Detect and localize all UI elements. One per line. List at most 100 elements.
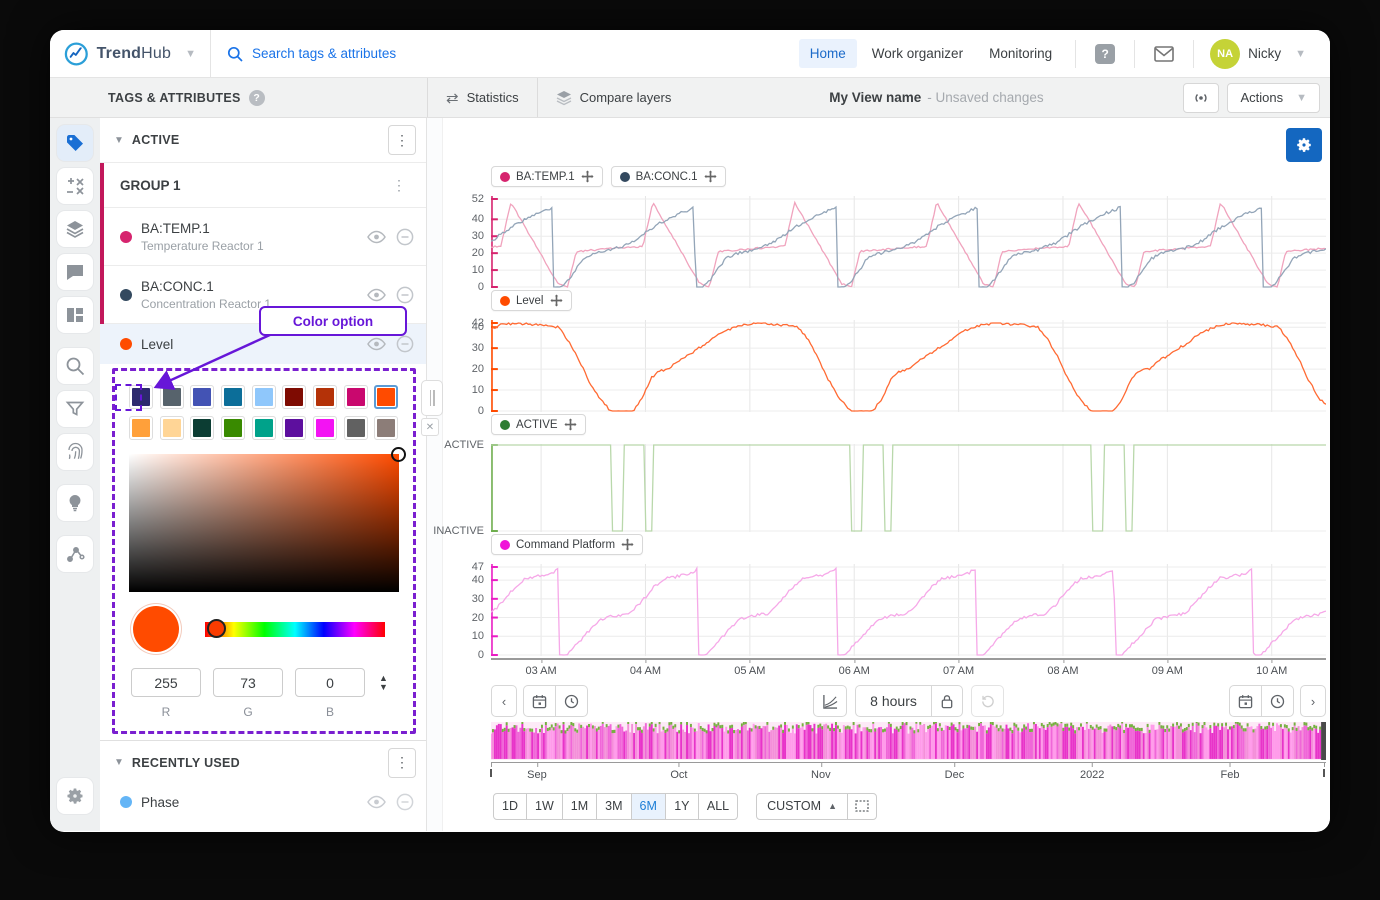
color-swatch[interactable] <box>129 416 153 440</box>
rail-button-dashboard[interactable] <box>57 297 93 333</box>
tag-row-phase[interactable]: Phase <box>100 784 426 820</box>
remove-icon[interactable] <box>396 228 414 246</box>
rail-button-settings[interactable] <box>57 778 93 814</box>
active-section-header[interactable]: ▼ ACTIVE ⋮ <box>100 118 426 162</box>
color-swatch[interactable] <box>190 416 214 440</box>
color-swatch[interactable] <box>160 416 184 440</box>
rail-button-formula[interactable] <box>57 168 93 204</box>
move-icon[interactable] <box>581 170 594 183</box>
search-input[interactable] <box>252 46 552 61</box>
rail-button-comments[interactable] <box>57 254 93 290</box>
color-swatch[interactable] <box>221 416 245 440</box>
eye-icon[interactable] <box>367 230 386 244</box>
rgb-stepper[interactable]: ▲▼ <box>379 674 388 691</box>
recently-used-menu-button[interactable]: ⋮ <box>388 748 416 778</box>
help-button[interactable]: ? <box>1088 39 1122 69</box>
calendar-end-button[interactable] <box>1229 685 1262 717</box>
range-button-1d[interactable]: 1D <box>493 793 527 820</box>
range-button-1y[interactable]: 1Y <box>665 793 699 820</box>
undo-time-button[interactable] <box>971 685 1004 717</box>
pan-right-button[interactable]: › <box>1300 685 1326 717</box>
time-end-button[interactable] <box>1261 685 1294 717</box>
move-icon[interactable] <box>550 294 563 307</box>
legend-chip-ba-conc-1[interactable]: BA:CONC.1 <box>611 166 726 187</box>
tag-row-ba-temp[interactable]: BA:TEMP.1 Temperature Reactor 1 <box>100 208 426 266</box>
panel-collapse-button[interactable]: ✕ <box>421 418 439 436</box>
eye-icon[interactable] <box>367 288 386 302</box>
move-icon[interactable] <box>704 170 717 183</box>
chart-scale-button[interactable] <box>813 685 847 717</box>
messages-button[interactable] <box>1147 39 1181 69</box>
saturation-gradient-area[interactable] <box>129 454 399 592</box>
compare-layers-button[interactable]: Compare layers <box>537 78 690 117</box>
legend-chip-ba-temp-1[interactable]: BA:TEMP.1 <box>491 166 603 187</box>
remove-icon[interactable] <box>396 793 414 811</box>
nav-monitoring[interactable]: Monitoring <box>978 39 1063 68</box>
color-swatch[interactable] <box>374 416 398 440</box>
user-menu[interactable]: NA Nicky ▼ <box>1206 39 1320 69</box>
eye-icon[interactable] <box>367 795 386 809</box>
custom-range-picker-button[interactable] <box>847 793 877 820</box>
color-swatch[interactable] <box>282 416 306 440</box>
nav-work-organizer[interactable]: Work organizer <box>861 39 974 68</box>
range-button-all[interactable]: ALL <box>698 793 738 820</box>
color-swatch[interactable] <box>344 385 368 409</box>
remove-icon[interactable] <box>396 335 414 353</box>
rail-button-context-graph[interactable] <box>57 536 93 572</box>
pan-left-button[interactable]: ‹ <box>491 685 517 717</box>
tag-color-dot[interactable] <box>120 289 132 301</box>
group-menu-button[interactable]: ⋮ <box>386 177 412 194</box>
panel-resize-handle[interactable] <box>421 380 443 416</box>
recently-used-header[interactable]: ▼ RECENTLY USED ⋮ <box>100 740 426 784</box>
color-swatch[interactable] <box>252 385 276 409</box>
hue-slider-handle[interactable] <box>207 619 226 638</box>
rail-button-ideas[interactable] <box>57 485 93 521</box>
range-button-6m[interactable]: 6M <box>631 793 666 820</box>
time-start-button[interactable] <box>555 685 588 717</box>
live-mode-button[interactable] <box>1183 83 1219 113</box>
color-swatch[interactable] <box>344 416 368 440</box>
chart-settings-button[interactable] <box>1286 128 1322 162</box>
color-swatch[interactable] <box>160 385 184 409</box>
brand-caret-icon[interactable]: ▼ <box>185 48 196 60</box>
color-swatch[interactable] <box>252 416 276 440</box>
eye-icon[interactable] <box>367 337 386 351</box>
color-swatch[interactable] <box>190 385 214 409</box>
color-swatch[interactable] <box>282 385 306 409</box>
nav-home[interactable]: Home <box>799 39 857 68</box>
color-swatch[interactable] <box>221 385 245 409</box>
move-icon[interactable] <box>621 538 634 551</box>
move-icon[interactable] <box>564 418 577 431</box>
brand[interactable]: TrendHub ▼ <box>50 41 210 67</box>
color-swatch[interactable] <box>313 385 337 409</box>
hue-slider[interactable] <box>205 622 385 637</box>
rail-button-tags[interactable] <box>57 125 93 161</box>
color-swatch[interactable] <box>374 385 398 409</box>
color-swatch[interactable] <box>313 416 337 440</box>
rail-button-search[interactable] <box>57 348 93 384</box>
rail-button-filter[interactable] <box>57 391 93 427</box>
r-input[interactable]: 255 <box>131 668 201 697</box>
custom-range-button[interactable]: CUSTOM▲ <box>756 793 848 820</box>
b-input[interactable]: 0 <box>295 668 365 697</box>
plot-canvas[interactable] <box>491 562 1326 658</box>
range-button-1w[interactable]: 1W <box>526 793 563 820</box>
panel-help-icon[interactable]: ? <box>249 90 265 106</box>
remove-icon[interactable] <box>396 286 414 304</box>
legend-chip-active[interactable]: ACTIVE <box>491 414 586 435</box>
actions-button[interactable]: Actions▼ <box>1227 83 1320 113</box>
context-overview-strip[interactable] <box>491 722 1326 760</box>
legend-chip-level[interactable]: Level <box>491 290 572 311</box>
statistics-button[interactable]: ⇄ Statistics <box>427 78 537 117</box>
tag-color-dot[interactable] <box>120 796 132 808</box>
gradient-cursor[interactable] <box>391 447 406 462</box>
rail-button-layers[interactable] <box>57 211 93 247</box>
rail-button-fingerprint[interactable] <box>57 434 93 470</box>
range-button-3m[interactable]: 3M <box>596 793 631 820</box>
g-input[interactable]: 73 <box>213 668 283 697</box>
plot-canvas[interactable] <box>491 194 1326 290</box>
range-button-1m[interactable]: 1M <box>562 793 597 820</box>
duration-button[interactable]: 8 hours <box>855 685 932 717</box>
group-header[interactable]: GROUP 1 ⋮ <box>100 163 426 208</box>
active-section-menu-button[interactable]: ⋮ <box>388 125 416 155</box>
